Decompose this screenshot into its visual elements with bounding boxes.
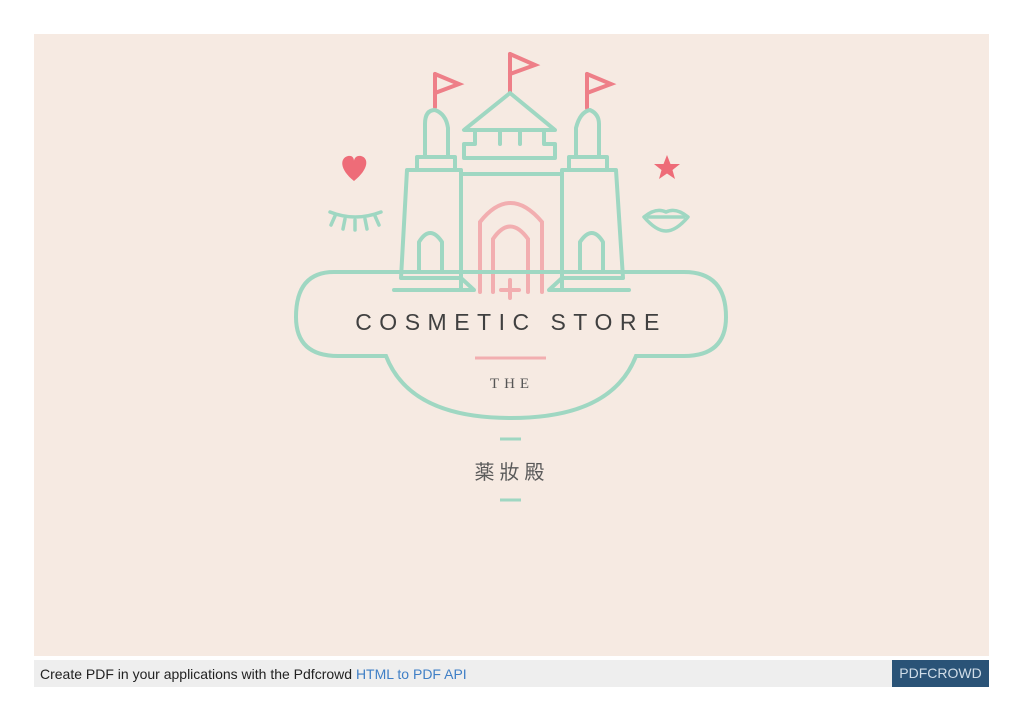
logo-title: COSMETIC STORE bbox=[355, 309, 667, 335]
logo-the: THE bbox=[490, 376, 534, 392]
heart-icon bbox=[342, 155, 367, 181]
footer-text: Create PDF in your applications with the… bbox=[40, 666, 467, 682]
star-icon bbox=[654, 155, 680, 179]
flag-icons bbox=[433, 52, 617, 110]
lips-icon bbox=[642, 208, 690, 233]
footer-prefix: Create PDF in your applications with the… bbox=[40, 666, 356, 682]
pdf-page: COSMETIC STORE THE 薬妝殿 bbox=[34, 34, 989, 656]
logo-graphic: COSMETIC STORE THE 薬妝殿 bbox=[293, 52, 729, 502]
eyelash-icon bbox=[328, 210, 383, 232]
castle-icon bbox=[392, 91, 631, 292]
pdf-footer: Create PDF in your applications with the… bbox=[34, 660, 989, 687]
pdfcrowd-badge-button[interactable]: PDFCROWD bbox=[892, 660, 989, 687]
arch-icon bbox=[478, 201, 544, 300]
html-to-pdf-api-link[interactable]: HTML to PDF API bbox=[356, 666, 467, 682]
logo-cjk: 薬妝殿 bbox=[475, 460, 550, 484]
